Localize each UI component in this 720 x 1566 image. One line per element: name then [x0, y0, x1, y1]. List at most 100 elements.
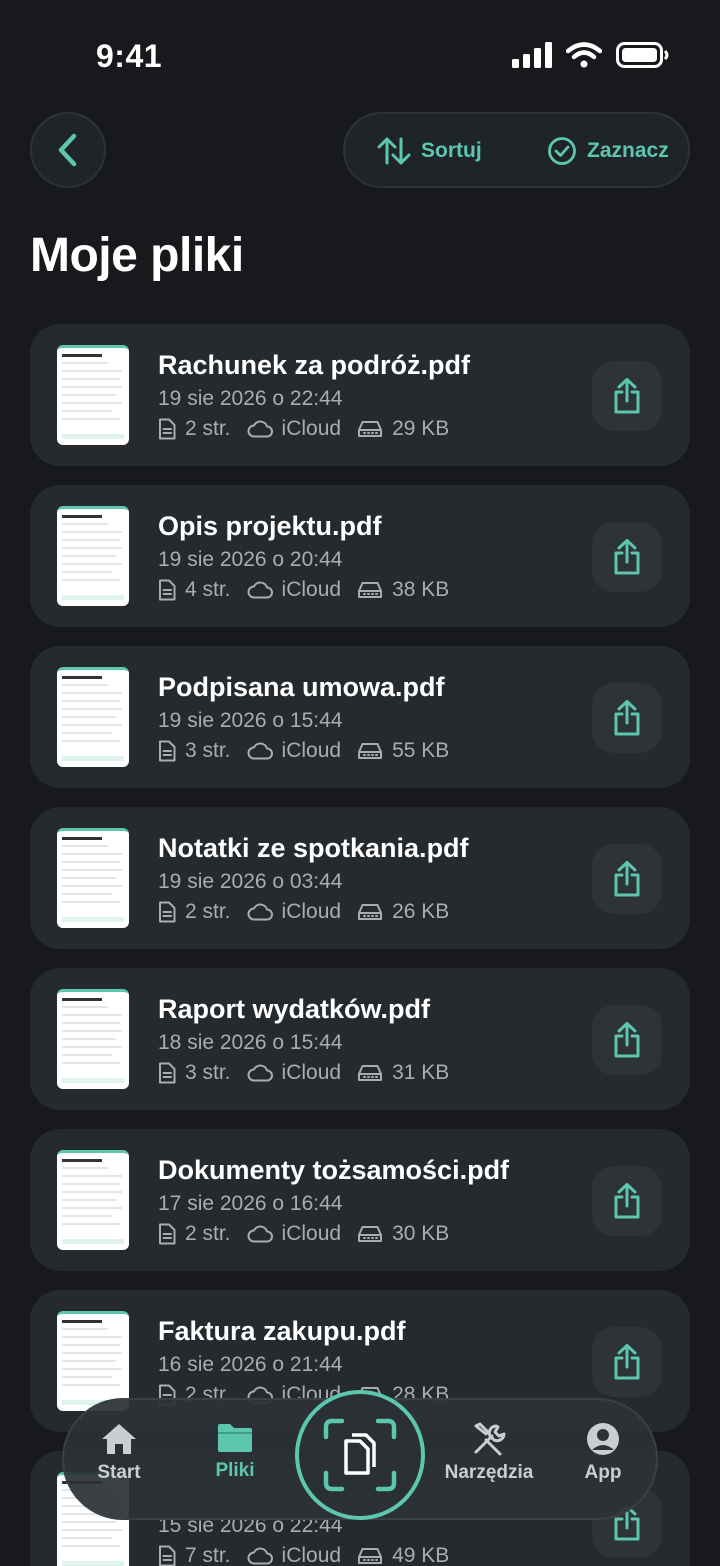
nav-app[interactable]: App: [548, 1422, 658, 1484]
file-meta: 2 str. iCloud 30 KB: [158, 1222, 465, 1246]
cloud-icon: [247, 742, 273, 760]
share-button[interactable]: [592, 683, 662, 753]
document-icon: [159, 579, 176, 601]
file-thumbnail: [57, 345, 129, 445]
file-meta: 2 str. iCloud 26 KB: [158, 900, 465, 924]
storage-drive-icon: [358, 1548, 383, 1564]
cloud-icon: [247, 1547, 273, 1565]
share-button[interactable]: [592, 1166, 662, 1236]
nav-files[interactable]: Pliki: [180, 1422, 290, 1482]
document-icon: [159, 740, 176, 762]
sort-label: Sortuj: [421, 139, 482, 162]
file-date: 19 sie 2026 o 15:44: [158, 709, 343, 732]
file-thumbnail: [57, 828, 129, 928]
document-icon: [159, 1223, 176, 1245]
file-storage: iCloud: [281, 900, 342, 923]
document-icon: [159, 1062, 176, 1084]
share-button[interactable]: [592, 361, 662, 431]
storage-drive-icon: [358, 582, 383, 598]
nav-tools-label: Narzędzia: [444, 1462, 534, 1483]
file-storage: iCloud: [281, 417, 342, 440]
file-card[interactable]: Dokumenty tożsamości.pdf 17 sie 2026 o 1…: [30, 1129, 690, 1271]
file-card[interactable]: Rachunek za podróż.pdf 19 sie 2026 o 22:…: [30, 324, 690, 466]
file-name: Raport wydatków.pdf: [158, 994, 431, 1024]
status-bar: 9:41: [0, 0, 720, 110]
file-storage: iCloud: [281, 1061, 342, 1084]
chevron-left-icon: [58, 133, 77, 167]
scan-documents-icon: [323, 1418, 397, 1492]
nav-app-label: App: [584, 1462, 622, 1483]
file-thumbnail: [57, 667, 129, 767]
file-name: Podpisana umowa.pdf: [158, 672, 445, 702]
share-icon: [614, 539, 640, 575]
file-size: 29 KB: [392, 417, 450, 440]
scan-button[interactable]: [295, 1390, 425, 1520]
cloud-icon: [247, 1064, 273, 1082]
file-size: 30 KB: [392, 1222, 450, 1245]
file-meta: 3 str. iCloud 55 KB: [158, 739, 465, 763]
file-thumbnail: [57, 989, 129, 1089]
file-pages: 2 str.: [185, 1222, 231, 1245]
file-pages: 2 str.: [185, 900, 231, 923]
file-thumbnail: [57, 1311, 129, 1411]
file-card[interactable]: Opis projektu.pdf 19 sie 2026 o 20:44 4 …: [30, 485, 690, 627]
share-button[interactable]: [592, 1327, 662, 1397]
share-button[interactable]: [592, 844, 662, 914]
share-icon: [614, 700, 640, 736]
file-storage: iCloud: [281, 1222, 342, 1245]
nav-start[interactable]: Start: [64, 1422, 174, 1484]
share-icon: [614, 1022, 640, 1058]
cloud-icon: [247, 581, 273, 599]
header-actions: Sortuj Zaznacz: [343, 112, 690, 188]
file-size: 38 KB: [392, 578, 450, 601]
share-button[interactable]: [592, 522, 662, 592]
select-label: Zaznacz: [587, 139, 669, 162]
file-storage: iCloud: [281, 578, 342, 601]
profile-icon: [587, 1423, 619, 1455]
file-card[interactable]: Raport wydatków.pdf 18 sie 2026 o 15:44 …: [30, 968, 690, 1110]
file-meta: 4 str. iCloud 38 KB: [158, 578, 465, 602]
file-card[interactable]: Podpisana umowa.pdf 19 sie 2026 o 15:44 …: [30, 646, 690, 788]
file-storage: iCloud: [281, 739, 342, 762]
file-size: 49 KB: [392, 1544, 450, 1566]
file-pages: 7 str.: [185, 1544, 231, 1566]
sort-button[interactable]: Sortuj: [377, 136, 482, 166]
file-name: Faktura zakupu.pdf: [158, 1316, 406, 1346]
folder-icon: [218, 1424, 252, 1452]
file-size: 26 KB: [392, 900, 450, 923]
back-button[interactable]: [30, 112, 106, 188]
status-icons: [512, 42, 670, 68]
tools-icon: [474, 1422, 506, 1456]
file-date: 19 sie 2026 o 20:44: [158, 548, 343, 571]
file-list: Rachunek za podróż.pdf 19 sie 2026 o 22:…: [30, 324, 690, 1566]
select-button[interactable]: Zaznacz: [547, 136, 669, 166]
file-card[interactable]: Notatki ze spotkania.pdf 19 sie 2026 o 0…: [30, 807, 690, 949]
share-icon: [614, 1344, 640, 1380]
share-icon: [614, 1183, 640, 1219]
file-size: 31 KB: [392, 1061, 450, 1084]
cloud-icon: [247, 903, 273, 921]
nav-tools[interactable]: Narzędzia: [434, 1422, 544, 1484]
file-thumbnail: [57, 1150, 129, 1250]
share-button[interactable]: [592, 1005, 662, 1075]
nav-files-label: Pliki: [215, 1460, 255, 1481]
file-size: 55 KB: [392, 739, 450, 762]
status-time: 9:41: [96, 38, 163, 74]
storage-drive-icon: [358, 743, 383, 759]
file-pages: 4 str.: [185, 578, 231, 601]
share-icon: [614, 861, 640, 897]
file-name: Opis projektu.pdf: [158, 511, 382, 541]
sort-icon: [377, 137, 411, 165]
cloud-icon: [247, 420, 273, 438]
document-icon: [159, 901, 176, 923]
battery-icon: [616, 42, 669, 68]
signal-icon: [512, 42, 552, 68]
check-circle-icon: [548, 137, 576, 165]
file-date: 16 sie 2026 o 21:44: [158, 1353, 343, 1376]
page-title: Moje pliki: [30, 229, 244, 282]
storage-drive-icon: [358, 1226, 383, 1242]
file-meta: 3 str. iCloud 31 KB: [158, 1061, 465, 1085]
file-meta: 2 str. iCloud 29 KB: [158, 417, 465, 441]
file-thumbnail: [57, 506, 129, 606]
cloud-icon: [247, 1225, 273, 1243]
